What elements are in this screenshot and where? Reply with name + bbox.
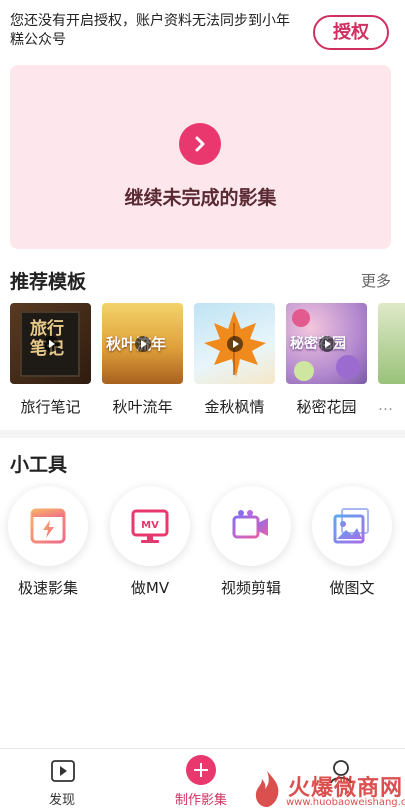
continue-album-card[interactable]: 继续未完成的影集: [10, 65, 391, 249]
template-label: …: [378, 396, 393, 414]
tool-label: 做图文: [329, 579, 375, 597]
template-thumbnail: 秘密花园: [286, 303, 367, 384]
more-link[interactable]: 更多: [361, 270, 391, 291]
recommended-title: 推荐模板: [10, 271, 87, 293]
tool-quick-album[interactable]: 极速影集: [8, 486, 88, 598]
lightning-album-icon: [8, 486, 88, 566]
tool-label: 做MV: [130, 579, 170, 597]
play-square-icon: [51, 760, 75, 782]
play-icon: [43, 336, 59, 352]
watermark-url: www.huobaoweishang.com: [286, 797, 405, 808]
nav-make-album[interactable]: 制作影集: [151, 749, 251, 812]
template-card[interactable]: 秋叶流年 秋叶流年: [102, 303, 183, 417]
chevron-right-icon: [179, 123, 221, 165]
template-thumbnail: 秋叶流年: [102, 303, 183, 384]
template-thumbnail: [378, 303, 405, 384]
auth-message: 您还没有开启授权，账户资料无法同步到小年糕公众号: [10, 13, 290, 48]
play-icon: [135, 336, 151, 352]
home-top-section: 继续未完成的影集 推荐模板 更多 旅行笔记 旅行笔记 秋叶流年 秋叶流年: [0, 58, 405, 430]
continue-album-label: 继续未完成的影集: [124, 187, 277, 209]
template-carousel[interactable]: 旅行笔记 旅行笔记 秋叶流年 秋叶流年: [10, 303, 405, 423]
template-card[interactable]: 秘密花园 秘密花园: [286, 303, 367, 417]
tools-title: 小工具: [10, 454, 68, 476]
app-screen: 您还没有开启授权，账户资料无法同步到小年糕公众号 授权 继续未完成的影集 推荐模…: [0, 0, 405, 812]
template-card[interactable]: 旅行笔记 旅行笔记: [10, 303, 91, 417]
auth-banner: 您还没有开启授权，账户资料无法同步到小年糕公众号 授权: [0, 0, 405, 58]
watermark: 火爆微商网 www.huobaoweishang.com: [250, 766, 405, 812]
template-label: 秋叶流年: [112, 398, 173, 416]
tool-label: 视频剪辑: [220, 579, 281, 597]
play-icon: [319, 336, 335, 352]
template-thumbnail: [194, 303, 275, 384]
flame-logo-icon: [255, 771, 279, 807]
nav-discover[interactable]: 发现: [12, 749, 112, 812]
tools-section: 小工具 极速影集 MV 做MV 视频剪辑 做图文: [0, 438, 405, 748]
video-camera-icon: [211, 486, 291, 566]
template-card[interactable]: …: [378, 303, 405, 414]
nav-make-album-label: 制作影集: [174, 793, 227, 808]
plus-circle-icon: [186, 755, 216, 785]
authorize-button[interactable]: 授权: [313, 15, 389, 50]
image-text-icon: [312, 486, 392, 566]
mv-screen-icon: MV: [110, 486, 190, 566]
tool-label: 极速影集: [17, 579, 78, 597]
template-label: 旅行笔记: [20, 398, 81, 416]
tool-image-text[interactable]: 做图文: [312, 486, 392, 598]
tool-video-edit[interactable]: 视频剪辑: [211, 486, 291, 598]
template-thumb-text: 秘密花园: [290, 336, 346, 352]
play-icon: [227, 336, 243, 352]
template-label: 秘密花园: [296, 398, 357, 416]
template-thumbnail: 旅行笔记: [10, 303, 91, 384]
template-card[interactable]: 金秋枫情: [194, 303, 275, 417]
svg-text:MV: MV: [141, 520, 159, 531]
tool-make-mv[interactable]: MV 做MV: [110, 486, 190, 598]
template-label: 金秋枫情: [204, 398, 265, 416]
nav-discover-label: 发现: [48, 793, 75, 808]
